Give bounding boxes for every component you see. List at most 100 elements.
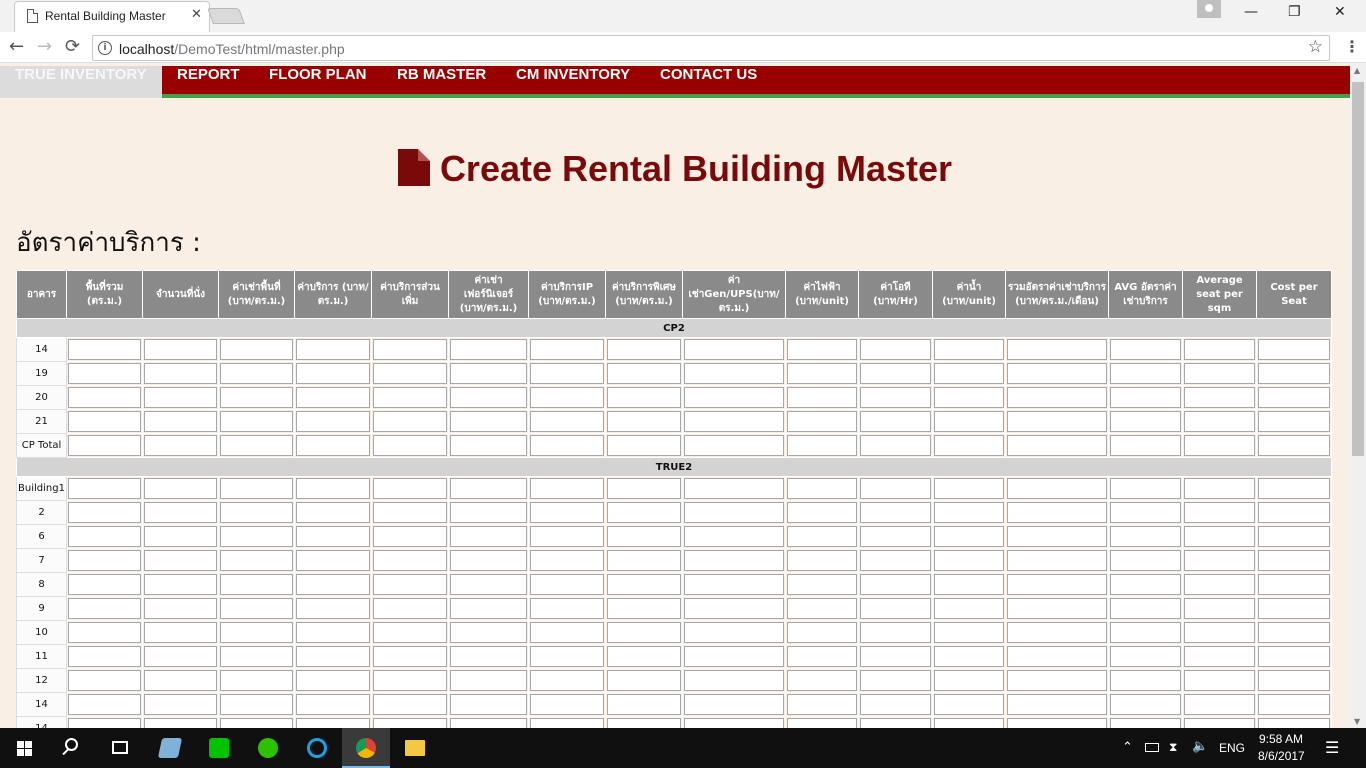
rate-input[interactable] [220,550,293,571]
rate-input[interactable] [1258,550,1330,571]
rate-input[interactable] [530,502,604,523]
rate-input[interactable] [296,718,370,728]
rate-input[interactable] [144,718,217,728]
rate-input[interactable] [450,339,527,360]
rate-input[interactable] [220,387,293,408]
rate-input[interactable] [1184,622,1255,643]
rate-input[interactable] [1007,387,1107,408]
rate-input[interactable] [530,646,604,667]
new-tab-button[interactable] [207,8,245,24]
rate-input[interactable] [934,550,1004,571]
rate-input[interactable] [1110,478,1181,499]
nav-rb-master[interactable]: RB MASTER [382,66,501,98]
rate-input[interactable] [144,598,217,619]
rate-input[interactable] [787,622,857,643]
rate-input[interactable] [296,339,370,360]
battery-icon[interactable] [1145,743,1159,752]
rate-input[interactable] [1258,670,1330,691]
rate-input[interactable] [1258,574,1330,595]
rate-input[interactable] [934,598,1004,619]
rate-input[interactable] [607,598,681,619]
rate-input[interactable] [684,363,784,384]
rate-input[interactable] [1110,550,1181,571]
rate-input[interactable] [787,718,857,728]
rate-input[interactable] [684,598,784,619]
rate-input[interactable] [144,550,217,571]
rate-input[interactable] [220,694,293,715]
site-info-icon[interactable]: i [98,41,112,55]
rate-input[interactable] [1007,574,1107,595]
rate-input[interactable] [373,435,447,456]
rate-input[interactable] [787,550,857,571]
rate-input[interactable] [220,646,293,667]
rate-input[interactable] [373,411,447,432]
rate-input[interactable] [220,622,293,643]
rate-input[interactable] [373,550,447,571]
rate-input[interactable] [296,363,370,384]
rate-input[interactable] [220,411,293,432]
rate-input[interactable] [296,574,370,595]
rate-input[interactable] [530,550,604,571]
rate-input[interactable] [373,526,447,547]
rate-input[interactable] [787,363,857,384]
rate-input[interactable] [607,411,681,432]
rate-input[interactable] [860,363,931,384]
rate-input[interactable] [296,646,370,667]
rate-input[interactable] [684,670,784,691]
rate-input[interactable] [934,694,1004,715]
rate-input[interactable] [68,550,141,571]
rate-input[interactable] [373,598,447,619]
browser-menu-icon[interactable]: ⋮ [1344,37,1360,56]
taskbar-app-explorer[interactable] [391,728,439,768]
rate-input[interactable] [450,387,527,408]
volume-icon[interactable]: 🔈 [1192,739,1208,754]
rate-input[interactable] [1007,670,1107,691]
rate-input[interactable] [144,478,217,499]
rate-input[interactable] [1258,598,1330,619]
rate-input[interactable] [144,622,217,643]
rate-input[interactable] [144,526,217,547]
rate-input[interactable] [1007,646,1107,667]
rate-input[interactable] [450,550,527,571]
rate-input[interactable] [1184,646,1255,667]
rate-input[interactable] [220,339,293,360]
rate-input[interactable] [1110,622,1181,643]
rate-input[interactable] [787,598,857,619]
rate-input[interactable] [684,718,784,728]
rate-input[interactable] [684,646,784,667]
rate-input[interactable] [450,435,527,456]
rate-input[interactable] [684,694,784,715]
clock-time[interactable]: 9:58 AM [1259,732,1303,746]
rate-input[interactable] [144,670,217,691]
rate-input[interactable] [684,411,784,432]
rate-input[interactable] [68,670,141,691]
rate-input[interactable] [787,646,857,667]
rate-input[interactable] [296,550,370,571]
rate-input[interactable] [860,574,931,595]
rate-input[interactable] [684,622,784,643]
rate-input[interactable] [787,478,857,499]
rate-input[interactable] [1184,478,1255,499]
chevron-up-icon[interactable]: ⌃ [1122,740,1133,755]
rate-input[interactable] [1110,670,1181,691]
rate-input[interactable] [220,598,293,619]
rate-input[interactable] [68,387,141,408]
rate-input[interactable] [1258,502,1330,523]
rate-input[interactable] [1184,598,1255,619]
rate-input[interactable] [68,718,141,728]
rate-input[interactable] [220,435,293,456]
rate-input[interactable] [787,694,857,715]
rate-input[interactable] [860,694,931,715]
rate-input[interactable] [1007,411,1107,432]
rate-input[interactable] [296,598,370,619]
network-icon[interactable]: ⧗ [1169,740,1177,755]
rate-input[interactable] [68,646,141,667]
rate-input[interactable] [607,574,681,595]
rate-input[interactable] [1007,622,1107,643]
taskbar-app-notes[interactable] [146,728,194,768]
rate-input[interactable] [530,339,604,360]
taskbar-app-line[interactable] [195,728,243,768]
rate-input[interactable] [530,478,604,499]
rate-input[interactable] [373,478,447,499]
rate-input[interactable] [450,478,527,499]
